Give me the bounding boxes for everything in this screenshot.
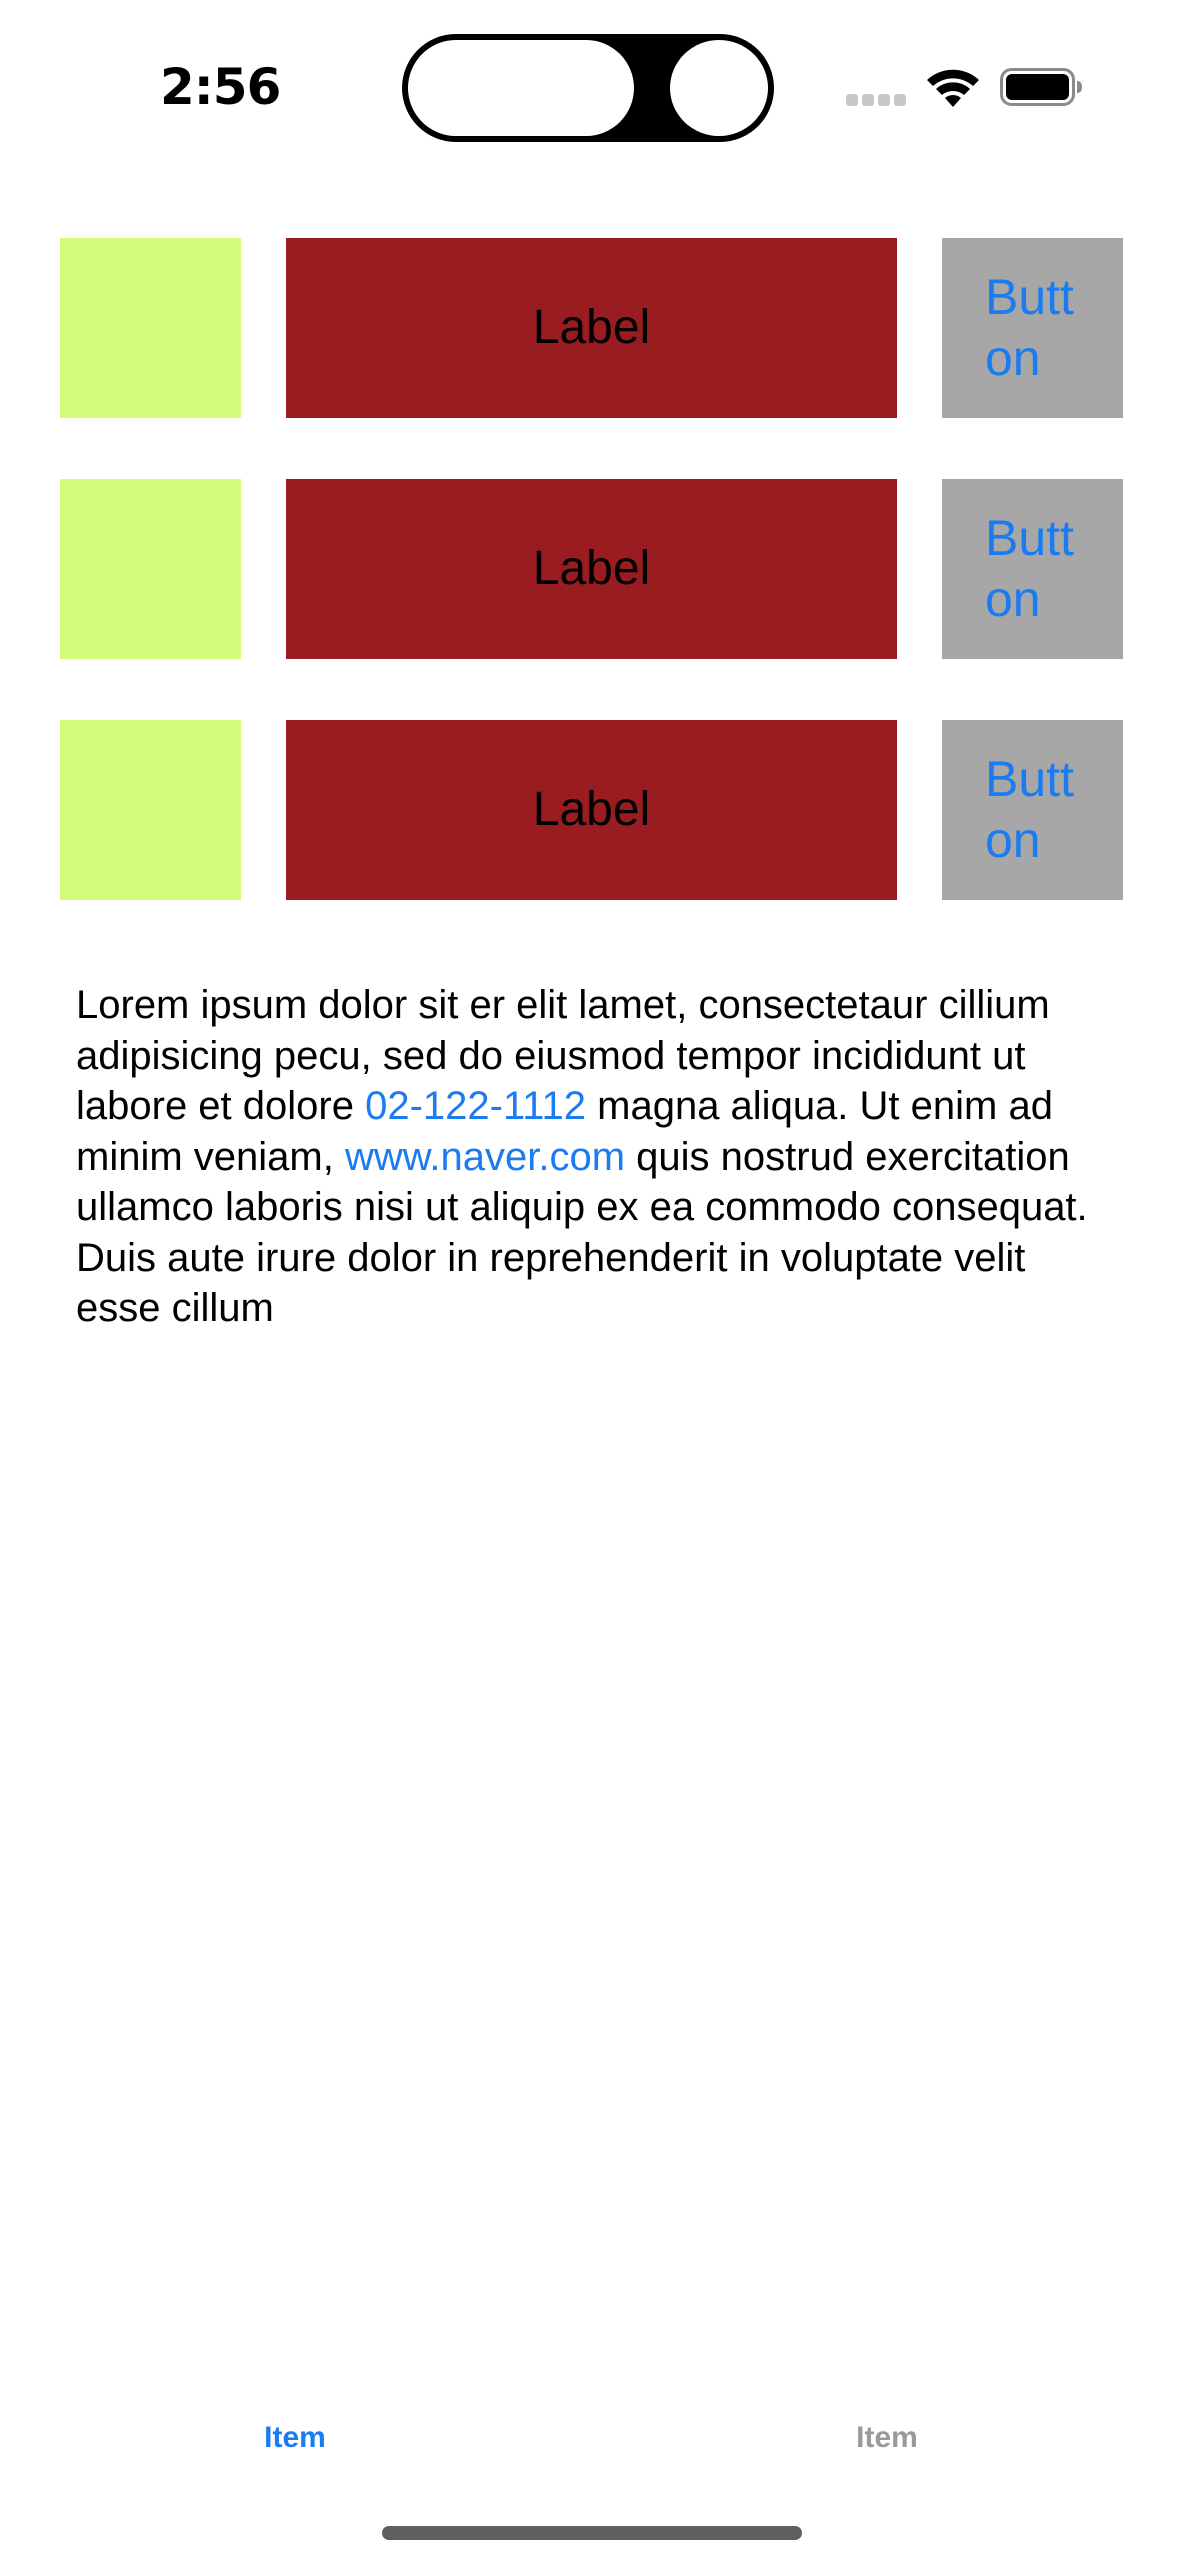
row-button[interactable]: Butt on	[942, 238, 1123, 418]
button-label-line: Butt	[985, 510, 1074, 566]
signal-icon	[846, 94, 906, 108]
row: Label Butt on	[0, 238, 1179, 418]
row-button[interactable]: Butt on	[942, 479, 1123, 659]
row-label: Label	[286, 479, 897, 659]
dynamic-island	[402, 34, 774, 142]
wifi-icon	[927, 69, 979, 107]
text-view[interactable]: Lorem ipsum dolor sit er elit lamet, con…	[76, 980, 1116, 1322]
battery-icon	[1000, 68, 1082, 106]
row-label: Label	[286, 720, 897, 900]
button-label-line: on	[985, 571, 1041, 627]
phone-link[interactable]: 02-122-1112	[365, 1084, 586, 1128]
tab-item-1[interactable]: Item	[145, 2418, 445, 2458]
row-label: Label	[286, 238, 897, 418]
row: Label Butt on	[0, 479, 1179, 659]
island-dot	[670, 40, 768, 136]
status-time: 2:56	[160, 58, 281, 116]
row: Label Butt on	[0, 720, 1179, 900]
button-label-line: Butt	[985, 751, 1074, 807]
tab-item-2[interactable]: Item	[737, 2418, 1037, 2458]
color-swatch	[60, 720, 241, 900]
color-swatch	[60, 238, 241, 418]
url-link[interactable]: www.naver.com	[345, 1135, 625, 1179]
button-label-line: Butt	[985, 269, 1074, 325]
island-pill	[408, 40, 634, 136]
color-swatch	[60, 479, 241, 659]
row-button[interactable]: Butt on	[942, 720, 1123, 900]
button-label-line: on	[985, 812, 1041, 868]
button-label-line: on	[985, 330, 1041, 386]
home-indicator	[382, 2526, 802, 2540]
